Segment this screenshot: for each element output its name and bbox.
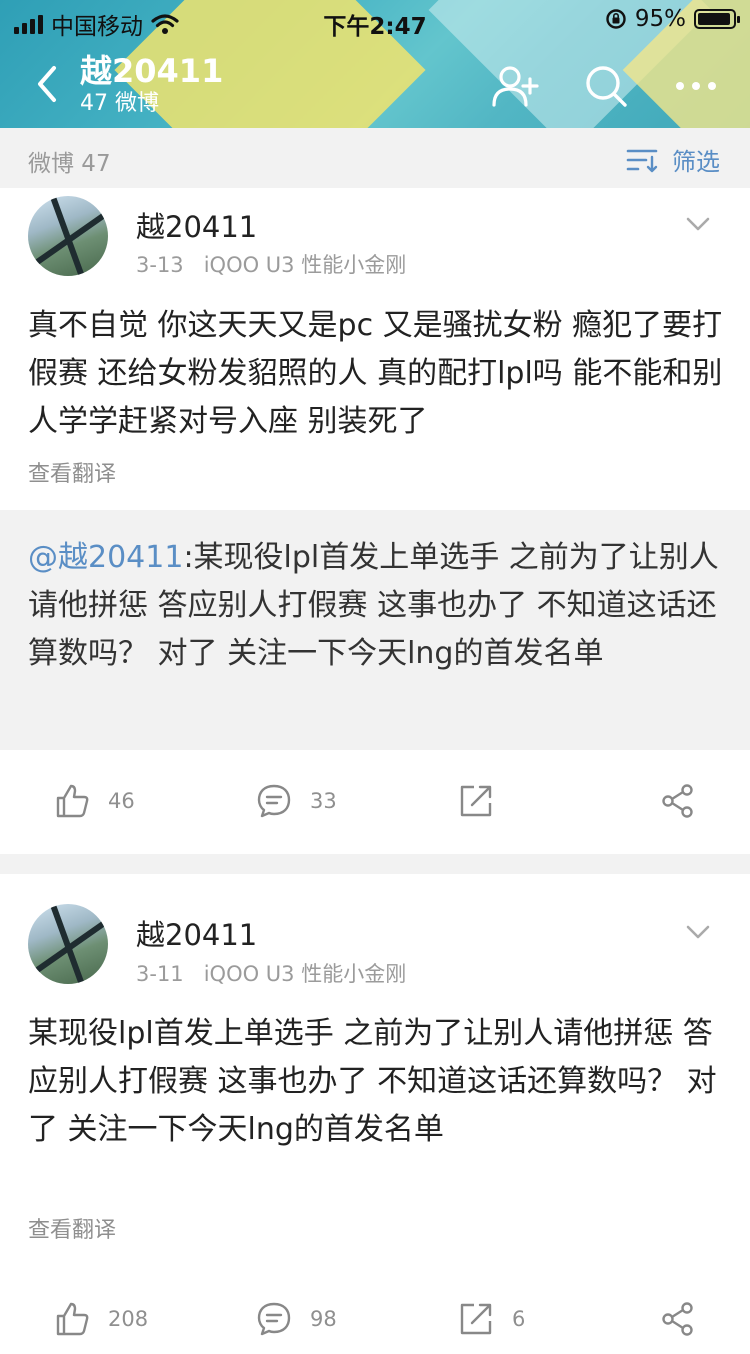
comment-icon <box>257 1302 291 1336</box>
battery-percent: 95% <box>634 6 686 32</box>
translate-link[interactable]: 查看翻译 <box>28 456 116 488</box>
post-date: 3-11 <box>136 962 184 986</box>
post-card: 越20411 3-13 iQOO U3 性能小金刚 真不自觉 你这天天又是pc … <box>0 188 750 854</box>
post-actions: 208 98 6 <box>0 1284 750 1354</box>
avatar[interactable] <box>28 196 108 276</box>
filter-icon <box>626 149 658 172</box>
post-text: 某现役lpl首发上单选手 之前为了让别人请他拼惩 答应别人打假赛 这事也办了 不… <box>28 1016 717 1147</box>
mention-link[interactable]: @越20411 <box>28 540 183 575</box>
chevron-down-icon[interactable] <box>684 214 712 234</box>
chevron-down-icon[interactable] <box>684 922 712 942</box>
more-button[interactable] <box>670 62 722 110</box>
more-icon <box>676 82 716 90</box>
comment-count: 33 <box>310 789 337 813</box>
repost-button[interactable] <box>458 766 512 836</box>
post-author[interactable]: 越20411 <box>136 204 257 246</box>
search-button[interactable] <box>580 62 632 110</box>
like-count: 46 <box>108 789 135 813</box>
profile-title: 越20411 47 微博 <box>80 52 223 118</box>
quoted-text: @越20411:某现役lpl首发上单选手 之前为了让别人请他拼惩 答应别人打假赛… <box>28 534 724 678</box>
battery-icon <box>694 9 740 29</box>
status-bar: 中国移动 下午2:47 95% <box>0 0 750 40</box>
comment-icon <box>257 784 291 818</box>
post-actions: 46 33 <box>0 766 750 836</box>
comment-button[interactable]: 98 <box>256 1284 337 1354</box>
post-meta: 3-11 iQOO U3 性能小金刚 <box>136 958 406 988</box>
thumbs-up-icon <box>56 1302 89 1336</box>
share-button[interactable] <box>660 1284 696 1354</box>
avatar[interactable] <box>28 904 108 984</box>
add-user-icon <box>492 66 539 107</box>
share-icon <box>662 1302 693 1336</box>
post-author[interactable]: 越20411 <box>136 912 257 954</box>
search-icon <box>586 66 627 107</box>
post-card: 越20411 3-11 iQOO U3 性能小金刚 某现役lpl首发上单选手 之… <box>0 874 750 1336</box>
comment-count: 98 <box>310 1307 337 1331</box>
share-button[interactable] <box>660 766 696 836</box>
like-button[interactable]: 208 <box>54 1284 148 1354</box>
battery-fill <box>698 13 731 25</box>
comment-button[interactable]: 33 <box>256 766 337 836</box>
post-source: iQOO U3 性能小金刚 <box>203 253 407 277</box>
nav-actions <box>490 62 722 110</box>
post-divider <box>0 854 750 874</box>
nav-bar: 越20411 47 微博 <box>0 40 750 128</box>
like-button[interactable]: 46 <box>54 766 135 836</box>
back-icon[interactable] <box>30 62 66 106</box>
add-friend-button[interactable] <box>490 62 542 110</box>
post-meta: 3-13 iQOO U3 性能小金刚 <box>136 249 406 279</box>
translate-link[interactable]: 查看翻译 <box>28 1212 116 1244</box>
filter-bar: 微博 47 筛选 <box>0 128 750 188</box>
repost-icon <box>460 785 492 817</box>
share-icon <box>662 784 693 818</box>
repost-count: 6 <box>512 1307 526 1331</box>
profile-name: 越20411 <box>80 52 224 90</box>
weibo-count-label: 微博 47 <box>28 151 111 177</box>
post-source: iQOO U3 性能小金刚 <box>203 962 407 986</box>
filter-button[interactable]: 筛选 <box>626 142 720 177</box>
thumbs-up-icon <box>56 784 89 818</box>
weibo-count: 47 微博 <box>80 91 159 116</box>
profile-header: 中国移动 下午2:47 95% 越20411 47 微博 <box>0 0 750 128</box>
repost-icon <box>460 1303 492 1335</box>
repost-button[interactable]: 6 <box>458 1284 525 1354</box>
post-date: 3-13 <box>136 253 184 277</box>
orientation-lock-icon <box>606 9 626 29</box>
status-right: 95% <box>605 6 740 32</box>
like-count: 208 <box>108 1307 149 1331</box>
quoted-post[interactable]: @越20411:某现役lpl首发上单选手 之前为了让别人请他拼惩 答应别人打假赛… <box>0 510 750 750</box>
filter-label: 筛选 <box>672 148 720 176</box>
post-text: 真不自觉 你这天天又是pc 又是骚扰女粉 瘾犯了要打假赛 还给女粉发貂照的人 真… <box>28 308 723 439</box>
